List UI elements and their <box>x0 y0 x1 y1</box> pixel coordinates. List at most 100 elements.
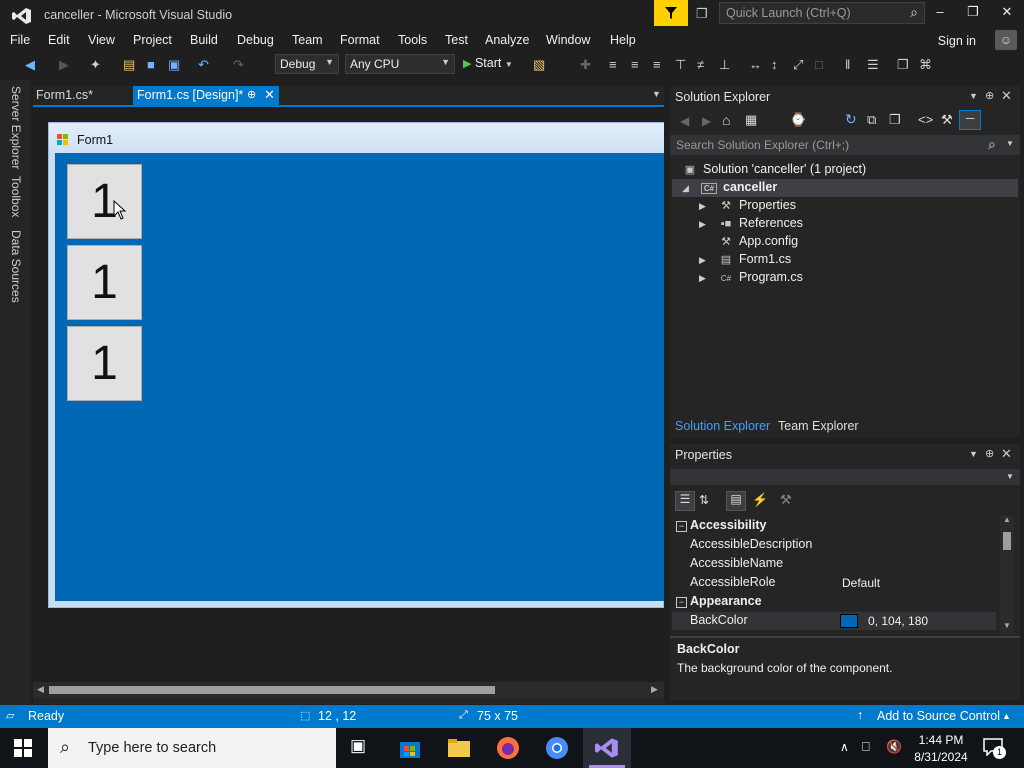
property-pages-icon[interactable]: ⚒ <box>780 492 792 508</box>
scroll-down-icon[interactable]: ▼ <box>1003 621 1011 630</box>
align-center-icon[interactable]: ≡ <box>631 57 639 72</box>
platform-select[interactable]: Any CPU ▼ <box>345 54 455 74</box>
scroll-right-icon[interactable]: ▶ <box>651 684 658 695</box>
account-avatar-icon[interactable]: ☺ <box>995 30 1017 50</box>
forward-icon[interactable]: ▶ <box>59 57 69 73</box>
color-swatch[interactable] <box>840 614 858 628</box>
collapsed-arrow-icon[interactable]: ▶ <box>699 219 706 230</box>
properties-vertical-scrollbar[interactable]: ▲ ▼ <box>1000 515 1014 634</box>
scroll-up-icon[interactable]: ▲ <box>1003 515 1011 524</box>
align-bottom-icon[interactable]: ⊥ <box>719 57 730 73</box>
maximize-button[interactable]: ❐ <box>958 4 988 24</box>
make-same-width-icon[interactable]: ↔ <box>749 57 762 72</box>
menu-build[interactable]: Build <box>190 33 218 47</box>
make-same-size-icon[interactable]: ⤢ <box>793 57 803 73</box>
toolbox-tab[interactable]: Toolbox <box>9 176 23 217</box>
number-button-2[interactable]: 1 <box>67 245 142 320</box>
task-view-icon[interactable]: ▣ <box>350 736 374 760</box>
pin-icon[interactable]: ⊕ <box>985 447 994 460</box>
number-button-3[interactable]: 1 <box>67 326 142 401</box>
add-to-source-control-button[interactable]: Add to Source Control <box>877 709 1000 723</box>
collapsed-arrow-icon[interactable]: ▶ <box>699 255 706 266</box>
feedback-icon[interactable]: ❐ <box>696 6 708 22</box>
preview-selected-icon[interactable]: ─ <box>959 110 981 130</box>
chevron-up-icon[interactable]: ▲ <box>1002 711 1011 721</box>
pin-icon[interactable]: ⊕ <box>985 89 994 102</box>
close-panel-icon[interactable]: ✕ <box>1001 446 1012 462</box>
center-horizontally-icon[interactable]: ❐ <box>897 57 909 73</box>
menu-test[interactable]: Test <box>445 33 468 47</box>
menu-window[interactable]: Window <box>546 33 590 47</box>
refresh-icon[interactable]: ↻ <box>845 111 857 128</box>
tab-solution-explorer[interactable]: Solution Explorer <box>675 419 770 433</box>
view-code-icon[interactable]: <> <box>918 112 933 127</box>
grid-icon[interactable]: ✚ <box>580 57 591 73</box>
back-icon[interactable]: ◀ <box>25 57 35 73</box>
prop-accessible-name[interactable]: AccessibleName <box>690 556 783 570</box>
new-project-icon[interactable]: ✦ <box>90 57 101 73</box>
description-splitter[interactable] <box>670 636 1020 638</box>
collapsed-arrow-icon[interactable]: ▶ <box>699 201 706 212</box>
minimize-button[interactable]: – <box>925 4 955 24</box>
expanded-arrow-icon[interactable]: ◢ <box>682 183 689 194</box>
panel-menu-chevron-icon[interactable]: ▼ <box>969 91 978 101</box>
tree-item-app-config[interactable]: ⚒ App.config <box>719 234 798 248</box>
data-sources-tab[interactable]: Data Sources <box>9 230 23 303</box>
panel-menu-chevron-icon[interactable]: ▼ <box>969 449 978 459</box>
make-same-height-icon[interactable]: ↕ <box>771 57 778 72</box>
vertical-spacing-icon[interactable]: ☰ <box>867 57 879 73</box>
save-all-icon[interactable]: ▣ <box>168 57 180 73</box>
show-all-files-icon[interactable]: ❐ <box>889 112 901 128</box>
form-client-area[interactable] <box>55 153 664 601</box>
solution-node[interactable]: ▣ Solution 'canceller' (1 project) <box>683 162 866 176</box>
chrome-icon[interactable] <box>545 736 569 760</box>
switch-views-icon[interactable]: ▦ <box>745 112 757 128</box>
sign-in-link[interactable]: Sign in <box>938 34 976 48</box>
collapse-toggle-icon[interactable]: − <box>676 521 687 532</box>
windows-start-icon[interactable] <box>14 739 32 760</box>
redo-icon[interactable]: ↷ <box>233 57 244 73</box>
server-explorer-tab[interactable]: Server Explorer <box>9 86 23 169</box>
alphabetical-icon[interactable]: ⇅ <box>699 493 709 507</box>
prop-back-color-value[interactable]: 0, 104, 180 <box>868 614 928 628</box>
firefox-icon[interactable] <box>496 736 520 760</box>
se-forward-icon[interactable]: ▶ <box>702 114 711 128</box>
quick-launch-input[interactable]: Quick Launch (Ctrl+Q) ⌕ <box>719 2 925 24</box>
align-right-icon[interactable]: ≡ <box>653 57 661 72</box>
close-tab-icon[interactable]: ✕ <box>264 87 275 103</box>
menu-format[interactable]: Format <box>340 33 380 47</box>
object-selector-combo[interactable]: ▼ <box>670 469 1020 485</box>
tab-form1-code[interactable]: Form1.cs* <box>33 86 123 105</box>
home-icon[interactable]: ⌂ <box>722 112 730 128</box>
menu-help[interactable]: Help <box>610 33 636 47</box>
events-lightning-icon[interactable]: ⚡ <box>752 492 768 508</box>
undo-icon[interactable]: ↶ <box>198 57 209 73</box>
size-to-grid-icon[interactable]: □ <box>815 57 823 72</box>
prop-accessible-description[interactable]: AccessibleDescription <box>690 537 812 551</box>
tree-item-form1[interactable]: ▤ Form1.cs <box>719 252 791 266</box>
menu-view[interactable]: View <box>88 33 115 47</box>
taskbar-clock[interactable]: 1:44 PM 8/31/2024 <box>912 732 970 766</box>
align-left-icon[interactable]: ≡ <box>609 57 617 72</box>
menu-file[interactable]: File <box>10 33 30 47</box>
collapse-all-icon[interactable]: ⧉ <box>867 112 876 128</box>
taskbar-search-box[interactable]: ⌕ Type here to search <box>48 728 336 768</box>
tree-item-references[interactable]: ▪■ References <box>719 216 803 230</box>
prop-back-color[interactable]: BackColor <box>690 613 748 627</box>
menu-debug[interactable]: Debug <box>237 33 274 47</box>
tab-form1-design[interactable]: Form1.cs [Design]* ⊕ ✕ <box>133 86 279 105</box>
prop-accessible-role[interactable]: AccessibleRole <box>690 575 775 589</box>
tab-team-explorer[interactable]: Team Explorer <box>778 419 859 433</box>
categorized-icon[interactable]: ☰ <box>675 491 695 511</box>
start-debugging-button[interactable]: ▶ Start ▼ <box>463 56 513 70</box>
number-button-1[interactable]: 1 <box>67 164 142 239</box>
close-panel-icon[interactable]: ✕ <box>1001 88 1012 104</box>
collapsed-arrow-icon[interactable]: ▶ <box>699 273 706 284</box>
tree-item-program[interactable]: C# Program.cs <box>719 270 803 284</box>
collapse-toggle-icon[interactable]: − <box>676 597 687 608</box>
align-top-icon[interactable]: ⊤ <box>675 57 686 73</box>
network-icon[interactable]: ⎕ <box>862 739 870 755</box>
save-icon[interactable]: ■ <box>147 57 155 72</box>
notifications-filter-icon[interactable] <box>654 0 688 26</box>
volume-muted-icon[interactable]: 🔇 <box>886 739 902 755</box>
